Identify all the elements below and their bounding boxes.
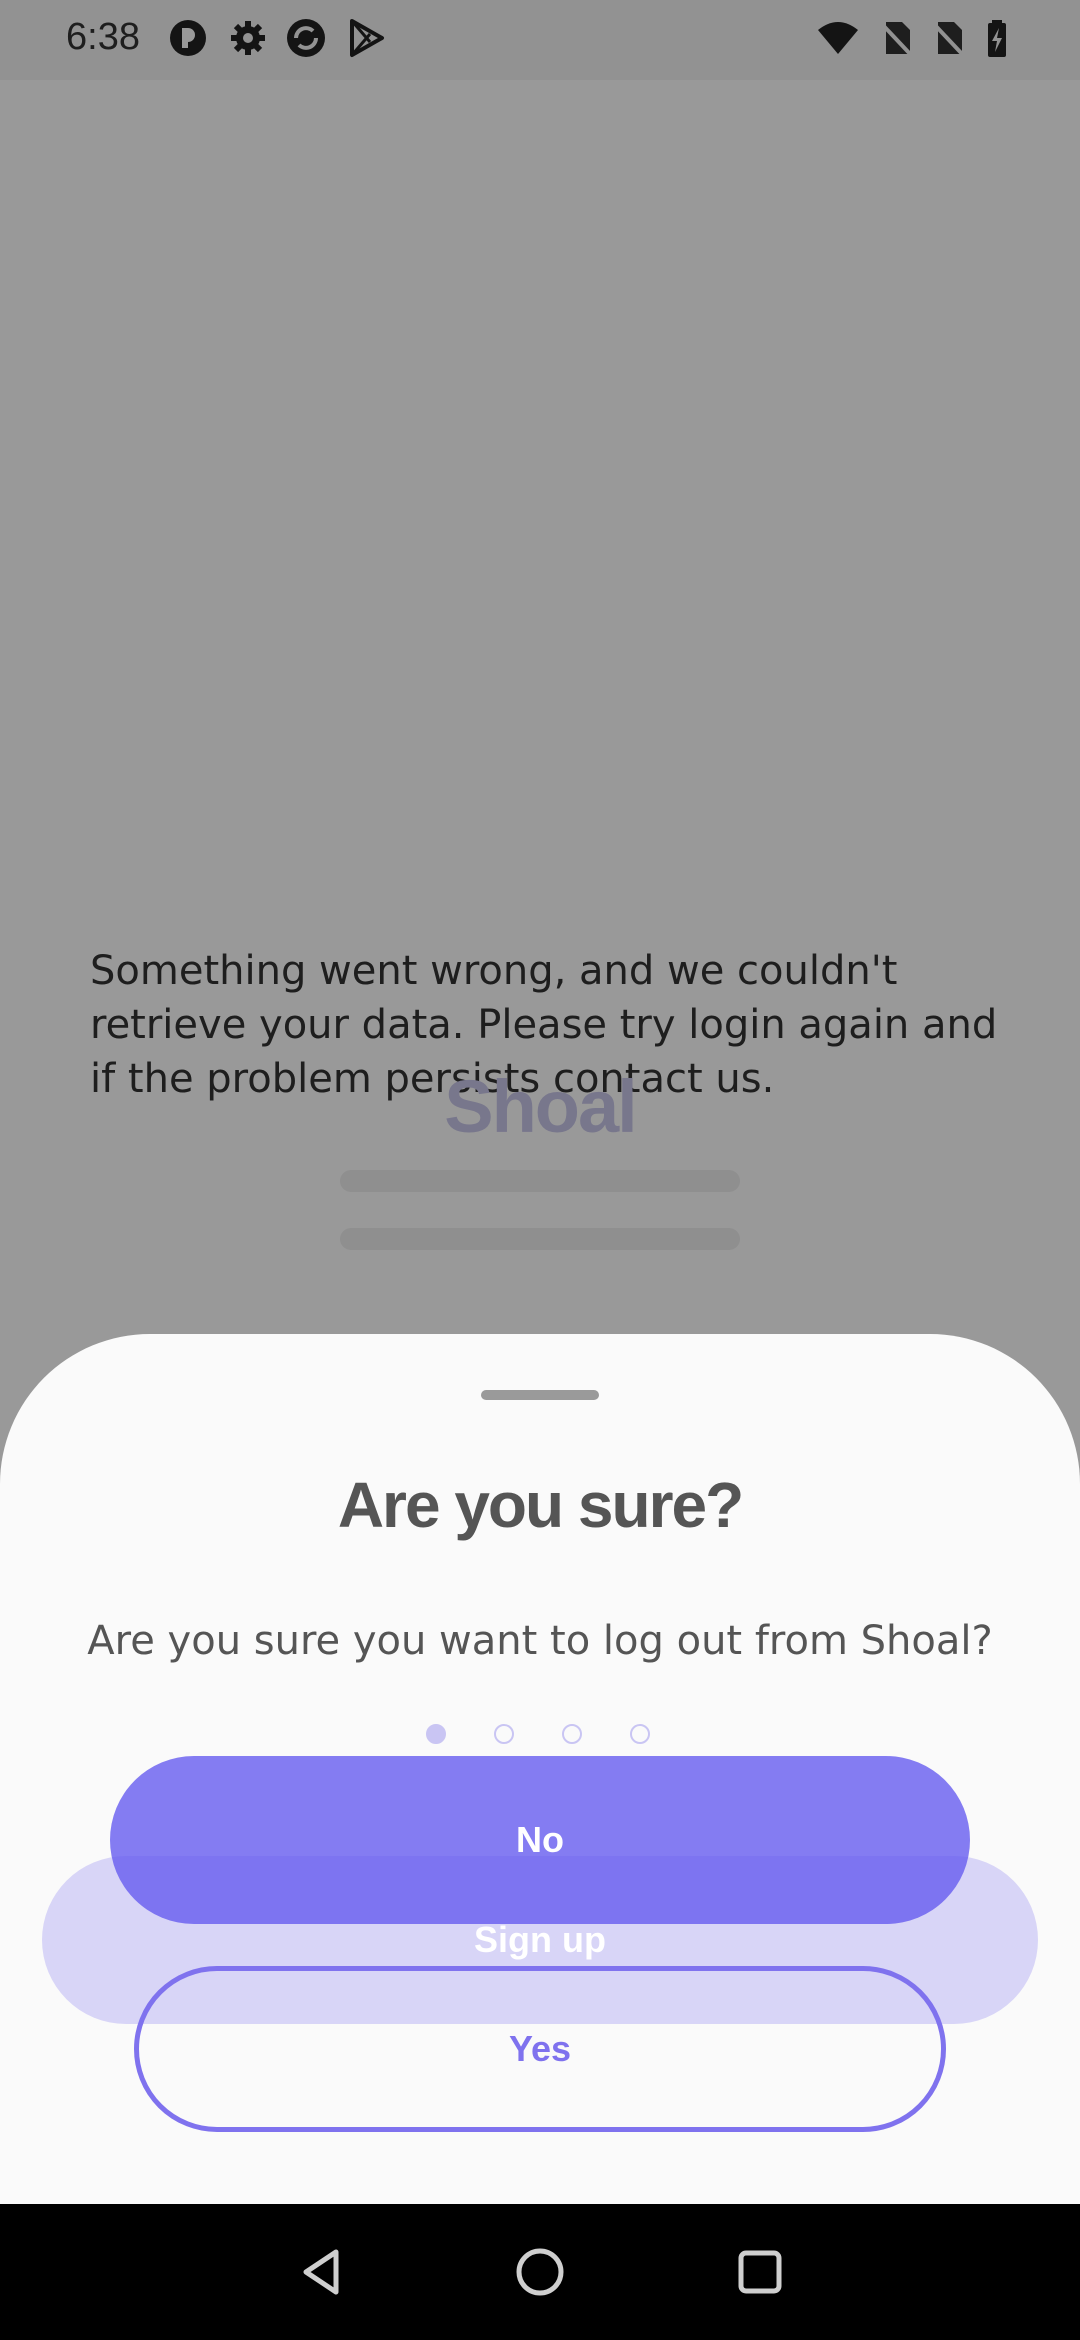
screen: 6:38 Something went wrong, and we couldn… bbox=[0, 0, 1080, 2340]
recents-icon[interactable] bbox=[730, 2242, 790, 2302]
pager-dot bbox=[630, 1724, 650, 1744]
logout-confirm-sheet: Are you sure? Are you sure you want to l… bbox=[0, 1334, 1080, 2204]
no-label: No bbox=[516, 1819, 564, 1860]
sheet-message: Are you sure you want to log out from Sh… bbox=[87, 1618, 993, 1664]
back-icon[interactable] bbox=[292, 2242, 352, 2302]
drag-handle[interactable] bbox=[481, 1390, 599, 1400]
yes-label: Yes bbox=[508, 2028, 572, 2069]
sheet-title: Are you sure? bbox=[337, 1469, 744, 1541]
sign-up-label: Sign up bbox=[474, 1919, 606, 1960]
home-icon[interactable] bbox=[510, 2242, 570, 2302]
pager-dot-active bbox=[426, 1724, 446, 1744]
pager-dots bbox=[426, 1724, 666, 1748]
pager-dot bbox=[562, 1724, 582, 1744]
yes-button[interactable]: Yes bbox=[134, 1966, 946, 2132]
pager-dot bbox=[494, 1724, 514, 1744]
no-button[interactable]: No bbox=[110, 1756, 970, 1924]
system-nav-bar bbox=[0, 2204, 1080, 2340]
